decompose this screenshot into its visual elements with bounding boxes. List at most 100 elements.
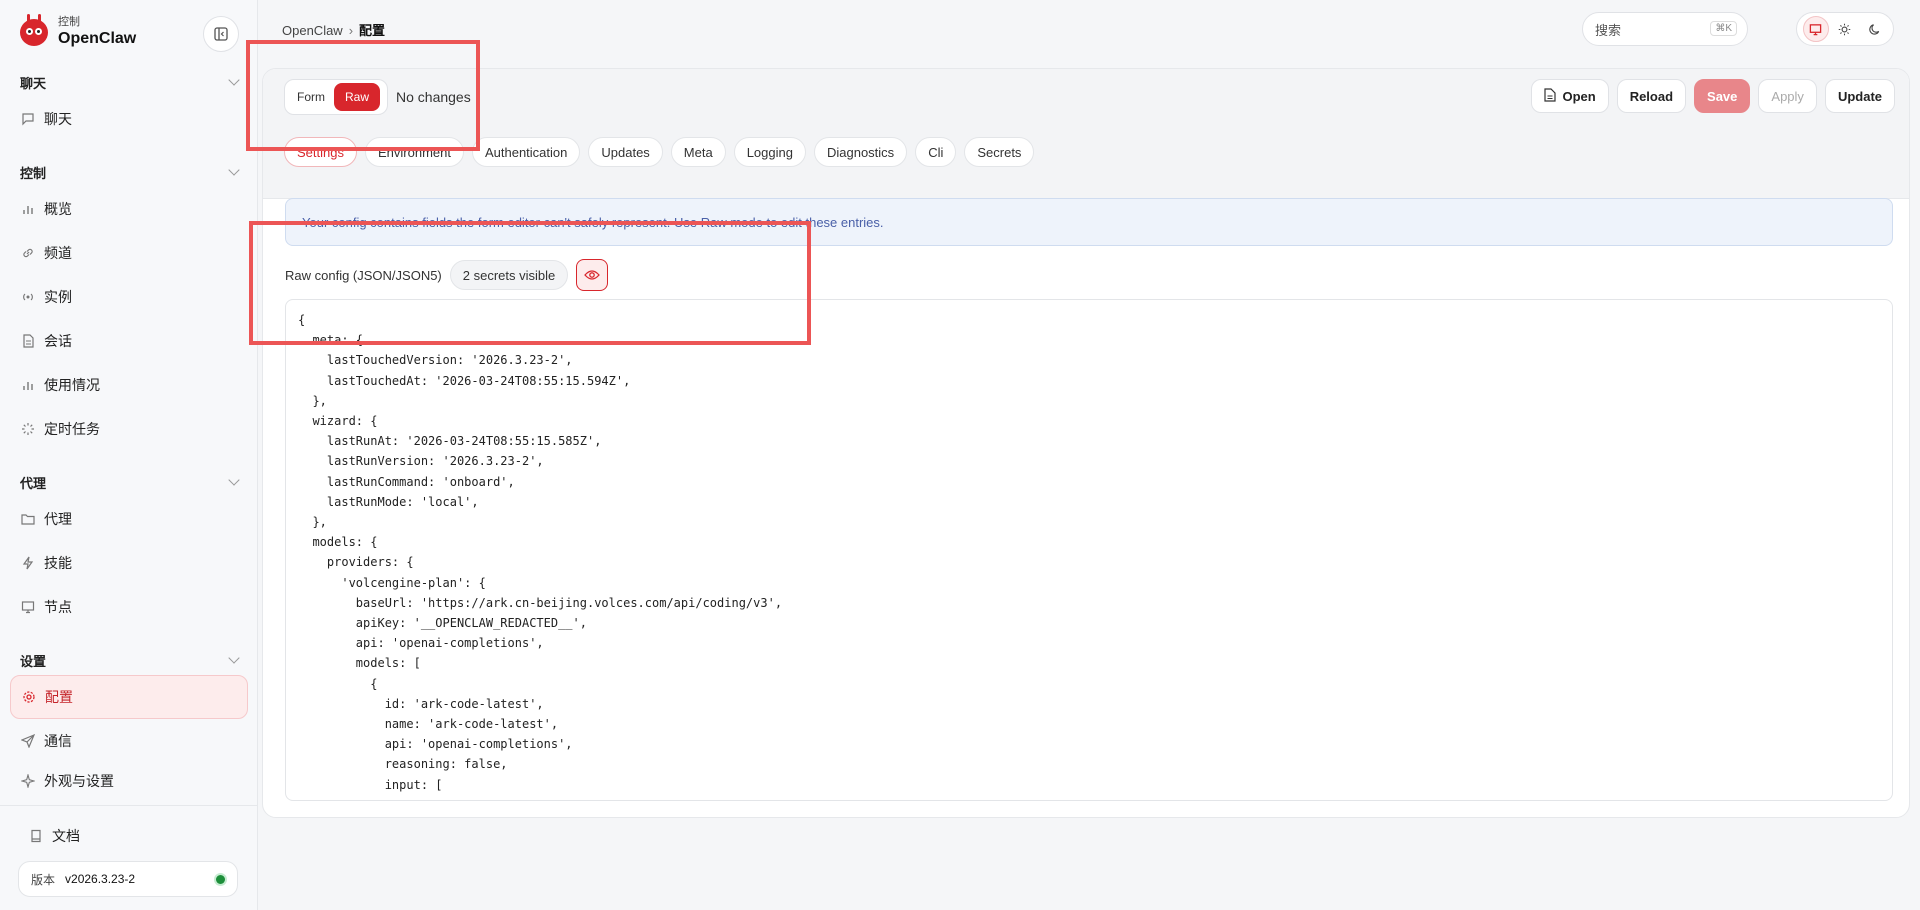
- monitor-icon: [20, 599, 36, 615]
- bar-chart-icon: [20, 201, 36, 217]
- sidebar-item-channels[interactable]: 频道: [10, 231, 248, 275]
- sidebar-item-cron[interactable]: 定时任务: [10, 407, 248, 451]
- sidebar-item-usage[interactable]: 使用情况: [10, 363, 248, 407]
- sidebar-item-appearance[interactable]: 外观与设置: [10, 763, 248, 799]
- link-icon: [20, 245, 36, 261]
- chevron-down-icon: [228, 164, 240, 176]
- lightning-icon: [20, 555, 36, 571]
- search-placeholder: 搜索: [1595, 22, 1622, 38]
- version-value: v2026.3.23-2: [65, 872, 136, 886]
- sidebar-item-label: 定时任务: [44, 421, 100, 437]
- breadcrumb: OpenClaw › 配置: [282, 20, 385, 39]
- update-button[interactable]: Update: [1824, 79, 1895, 113]
- sidebar-item-instances[interactable]: 实例: [10, 275, 248, 319]
- brand[interactable]: 控制 OpenClaw: [16, 14, 136, 50]
- gear-icon: [21, 689, 37, 705]
- config-header: Form Raw No changes Open Reload Save App…: [263, 69, 1909, 199]
- sidebar-item-label: 技能: [44, 555, 72, 571]
- sidebar-item-config[interactable]: 配置: [10, 675, 248, 719]
- book-icon: [28, 828, 44, 844]
- open-button[interactable]: Open: [1531, 79, 1609, 113]
- group-header-agents[interactable]: 代理: [0, 467, 258, 497]
- tab-diagnostics[interactable]: Diagnostics: [813, 137, 908, 167]
- tab-secrets[interactable]: Secrets: [964, 137, 1035, 167]
- light-theme-button[interactable]: [1832, 16, 1858, 42]
- sidebar-item-label: 聊天: [44, 111, 72, 127]
- sidebar-item-overview[interactable]: 概览: [10, 187, 248, 231]
- sidebar-item-skills[interactable]: 技能: [10, 541, 248, 585]
- breadcrumb-current: 配置: [359, 23, 386, 38]
- file-icon: [1544, 87, 1557, 105]
- raw-config-editor[interactable]: { meta: { lastTouchedVersion: '2026.3.23…: [285, 299, 1893, 801]
- system-theme-button[interactable]: [1802, 16, 1829, 42]
- sidebar-item-label: 使用情况: [44, 377, 100, 393]
- open-label: Open: [1562, 88, 1596, 104]
- connection-status-dot: [216, 875, 225, 884]
- sidebar-item-label: 代理: [44, 511, 72, 527]
- sidebar-item-label: 配置: [45, 689, 73, 705]
- tab-cli[interactable]: Cli: [915, 137, 957, 167]
- sidebar-item-chat[interactable]: 聊天: [10, 97, 248, 141]
- sidebar-item-label: 节点: [44, 599, 72, 615]
- tab-authentication[interactable]: Authentication: [471, 137, 581, 167]
- nav-group-chat: 聊天 聊天: [0, 67, 258, 141]
- nav-group-agents: 代理 代理 技能 节点: [0, 467, 258, 629]
- group-header-control[interactable]: 控制: [0, 157, 258, 187]
- apply-button[interactable]: Apply: [1758, 79, 1817, 113]
- brand-name: OpenClaw: [58, 29, 137, 47]
- group-header-chat[interactable]: 聊天: [0, 67, 258, 97]
- tab-logging[interactable]: Logging: [733, 137, 806, 167]
- document-icon: [20, 333, 36, 349]
- tab-meta[interactable]: Meta: [670, 137, 726, 167]
- reload-button[interactable]: Reload: [1616, 79, 1687, 113]
- breadcrumb-separator: ›: [348, 23, 354, 38]
- theme-switcher: [1796, 12, 1894, 46]
- save-button[interactable]: Save: [1694, 79, 1751, 113]
- search-input[interactable]: 搜索 ⌘K: [1582, 12, 1748, 46]
- sidebar-item-nodes[interactable]: 节点: [10, 585, 248, 629]
- send-icon: [20, 733, 36, 749]
- monitor-icon: [1809, 23, 1822, 35]
- chevron-down-icon: [228, 474, 240, 486]
- brand-subtitle: 控制: [58, 15, 80, 28]
- tab-updates[interactable]: Updates: [588, 137, 663, 167]
- nav-group-control: 控制 概览 频道 实例 会话 使用情况 定时任务: [0, 157, 258, 451]
- chevron-down-icon: [228, 652, 240, 664]
- annotation-box-raw-config: [249, 221, 811, 345]
- sidebar-item-label: 频道: [44, 245, 72, 261]
- sidebar-item-communications[interactable]: 通信: [10, 719, 248, 763]
- bar-chart-icon: [20, 377, 36, 393]
- docs-label: 文档: [52, 828, 80, 844]
- sparkle-icon: [20, 773, 36, 789]
- openclaw-logo-icon: [16, 14, 52, 50]
- chevron-down-icon: [228, 74, 240, 86]
- action-bar: Open Reload Save Apply Update: [1531, 79, 1895, 113]
- breadcrumb-root[interactable]: OpenClaw: [282, 23, 343, 38]
- topbar: OpenClaw › 配置 搜索 ⌘K: [259, 0, 1920, 56]
- moon-icon: [1869, 23, 1879, 35]
- config-card: Form Raw No changes Open Reload Save App…: [262, 68, 1910, 818]
- folder-icon: [20, 511, 36, 527]
- version-label: 版本: [31, 872, 56, 887]
- version-badge: 版本 v2026.3.23-2: [18, 861, 238, 897]
- chat-bubble-icon: [20, 111, 36, 127]
- annotation-box-mode: [246, 40, 480, 151]
- loader-icon: [20, 421, 36, 437]
- radio-signal-icon: [20, 289, 36, 305]
- raw-config-text: { meta: { lastTouchedVersion: '2026.3.23…: [298, 313, 783, 800]
- sidebar-item-label: 通信: [44, 733, 72, 749]
- search-shortcut: ⌘K: [1710, 21, 1737, 36]
- group-header-settings[interactable]: 设置: [0, 645, 258, 675]
- sidebar: 控制 OpenClaw 聊天 聊天 控制 概览 频道 实例 会话 使用情况 定时…: [0, 0, 258, 910]
- sidebar-item-agents[interactable]: 代理: [10, 497, 248, 541]
- sidebar-item-label: 外观与设置: [44, 773, 114, 789]
- collapse-sidebar-button[interactable]: [203, 16, 239, 52]
- sidebar-item-sessions[interactable]: 会话: [10, 319, 248, 363]
- sidebar-item-label: 实例: [44, 289, 72, 305]
- dark-theme-button[interactable]: [1861, 16, 1887, 42]
- sidebar-item-label: 会话: [44, 333, 72, 349]
- sidebar-item-docs[interactable]: 文档: [10, 814, 248, 858]
- sun-icon: [1839, 23, 1851, 35]
- nav-group-settings: 设置 配置 通信 外观与设置: [0, 645, 258, 799]
- sidebar-toggle-icon: [214, 27, 228, 41]
